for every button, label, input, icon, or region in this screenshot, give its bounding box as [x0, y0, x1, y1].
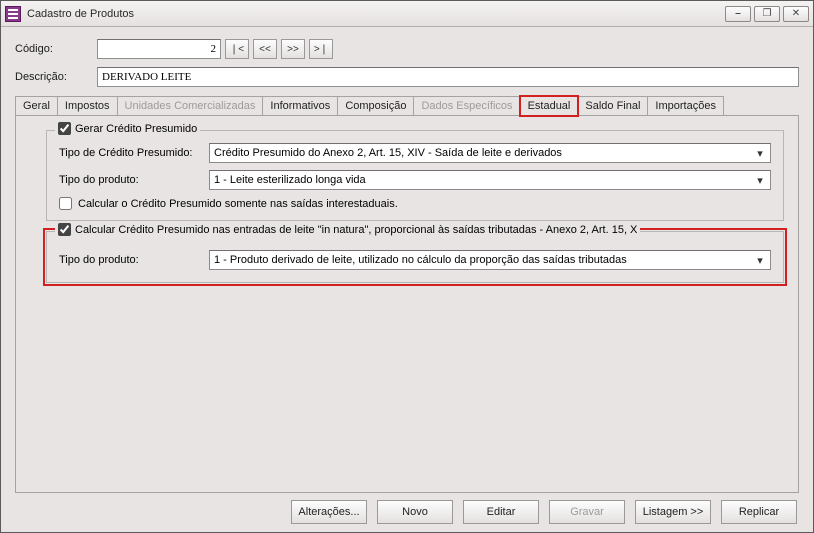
tipo-credito-value: Crédito Presumido do Anexo 2, Art. 15, X…: [214, 147, 752, 159]
tipo-produto1-label: Tipo do produto:: [59, 174, 209, 186]
interestaduais-label: Calcular o Crédito Presumido somente nas…: [78, 198, 398, 210]
tab-estadual[interactable]: Estadual: [520, 96, 579, 116]
tab-panel-estadual: Gerar Crédito Presumido Tipo de Crédito …: [15, 115, 799, 493]
gerar-credito-label: Gerar Crédito Presumido: [75, 123, 197, 135]
codigo-row: Código: ❘< << >> >❘: [15, 39, 799, 59]
group-gerar-credito-legend: Gerar Crédito Presumido: [55, 122, 200, 135]
minimize-button[interactable]: ⎯: [725, 6, 751, 22]
tipo-produto2-label: Tipo do produto:: [59, 254, 209, 266]
chevron-down-icon: ▾: [752, 252, 768, 268]
chevron-down-icon: ▾: [752, 145, 768, 161]
tab-saldo-final[interactable]: Saldo Final: [577, 96, 648, 116]
calcular-credito-checkbox[interactable]: [58, 223, 71, 236]
gerar-credito-checkbox[interactable]: [58, 122, 71, 135]
nav-prev-button[interactable]: <<: [253, 39, 277, 59]
interestaduais-checkbox[interactable]: [59, 197, 72, 210]
gravar-button: Gravar: [549, 500, 625, 524]
nav-next-button[interactable]: >>: [281, 39, 305, 59]
tab-impostos[interactable]: Impostos: [57, 96, 118, 116]
window-title: Cadastro de Produtos: [27, 8, 725, 20]
listagem-button[interactable]: Listagem >>: [635, 500, 711, 524]
tab-dados-especificos[interactable]: Dados Específicos: [413, 96, 520, 116]
chevron-down-icon: ▾: [752, 172, 768, 188]
footer-buttons: Alterações... Novo Editar Gravar Listage…: [291, 500, 797, 524]
tab-composicao[interactable]: Composição: [337, 96, 414, 116]
replicar-button[interactable]: Replicar: [721, 500, 797, 524]
tipo-credito-row: Tipo de Crédito Presumido: Crédito Presu…: [59, 143, 771, 163]
descricao-label: Descrição:: [15, 71, 97, 83]
nav-first-button[interactable]: ❘<: [225, 39, 249, 59]
alteracoes-button[interactable]: Alterações...: [291, 500, 367, 524]
group-gerar-credito: Gerar Crédito Presumido Tipo de Crédito …: [46, 130, 784, 221]
minimize-icon: ⎯: [736, 8, 741, 19]
descricao-row: Descrição:: [15, 67, 799, 87]
codigo-input[interactable]: [97, 39, 221, 59]
tipo-produto2-select[interactable]: 1 - Produto derivado de leite, utilizado…: [209, 250, 771, 270]
titlebar: Cadastro de Produtos ⎯ ❐ ✕: [1, 1, 813, 27]
codigo-label: Código:: [15, 43, 97, 55]
tipo-credito-select[interactable]: Crédito Presumido do Anexo 2, Art. 15, X…: [209, 143, 771, 163]
close-icon: ✕: [792, 8, 800, 19]
tipo-credito-label: Tipo de Crédito Presumido:: [59, 147, 209, 159]
tab-geral[interactable]: Geral: [15, 96, 58, 116]
tipo-produto1-row: Tipo do produto: 1 - Leite esterilizado …: [59, 170, 771, 190]
close-button[interactable]: ✕: [783, 6, 809, 22]
nav-last-button[interactable]: >❘: [309, 39, 333, 59]
tab-strip: Geral Impostos Unidades Comercializadas …: [15, 95, 799, 115]
tipo-produto1-value: 1 - Leite esterilizado longa vida: [214, 174, 752, 186]
tipo-produto2-row: Tipo do produto: 1 - Produto derivado de…: [59, 250, 771, 270]
group-calcular-credito: Calcular Crédito Presumido nas entradas …: [46, 231, 784, 283]
maximize-icon: ❐: [763, 8, 772, 19]
maximize-button[interactable]: ❐: [754, 6, 780, 22]
interestaduais-row: Calcular o Crédito Presumido somente nas…: [59, 197, 771, 210]
content-area: Código: ❘< << >> >❘ Descrição: Geral Imp…: [1, 27, 813, 503]
tipo-produto1-select[interactable]: 1 - Leite esterilizado longa vida ▾: [209, 170, 771, 190]
tipo-produto2-value: 1 - Produto derivado de leite, utilizado…: [214, 254, 752, 266]
window-buttons: ⎯ ❐ ✕: [725, 6, 809, 22]
descricao-input[interactable]: [97, 67, 799, 87]
tab-informativos[interactable]: Informativos: [262, 96, 338, 116]
group-calcular-credito-legend: Calcular Crédito Presumido nas entradas …: [55, 223, 640, 236]
calcular-credito-label: Calcular Crédito Presumido nas entradas …: [75, 224, 637, 236]
novo-button[interactable]: Novo: [377, 500, 453, 524]
app-icon: [5, 6, 21, 22]
window-frame: Cadastro de Produtos ⎯ ❐ ✕ Código: ❘< <<…: [0, 0, 814, 533]
tab-importacoes[interactable]: Importações: [647, 96, 724, 116]
tab-unidades[interactable]: Unidades Comercializadas: [117, 96, 264, 116]
editar-button[interactable]: Editar: [463, 500, 539, 524]
